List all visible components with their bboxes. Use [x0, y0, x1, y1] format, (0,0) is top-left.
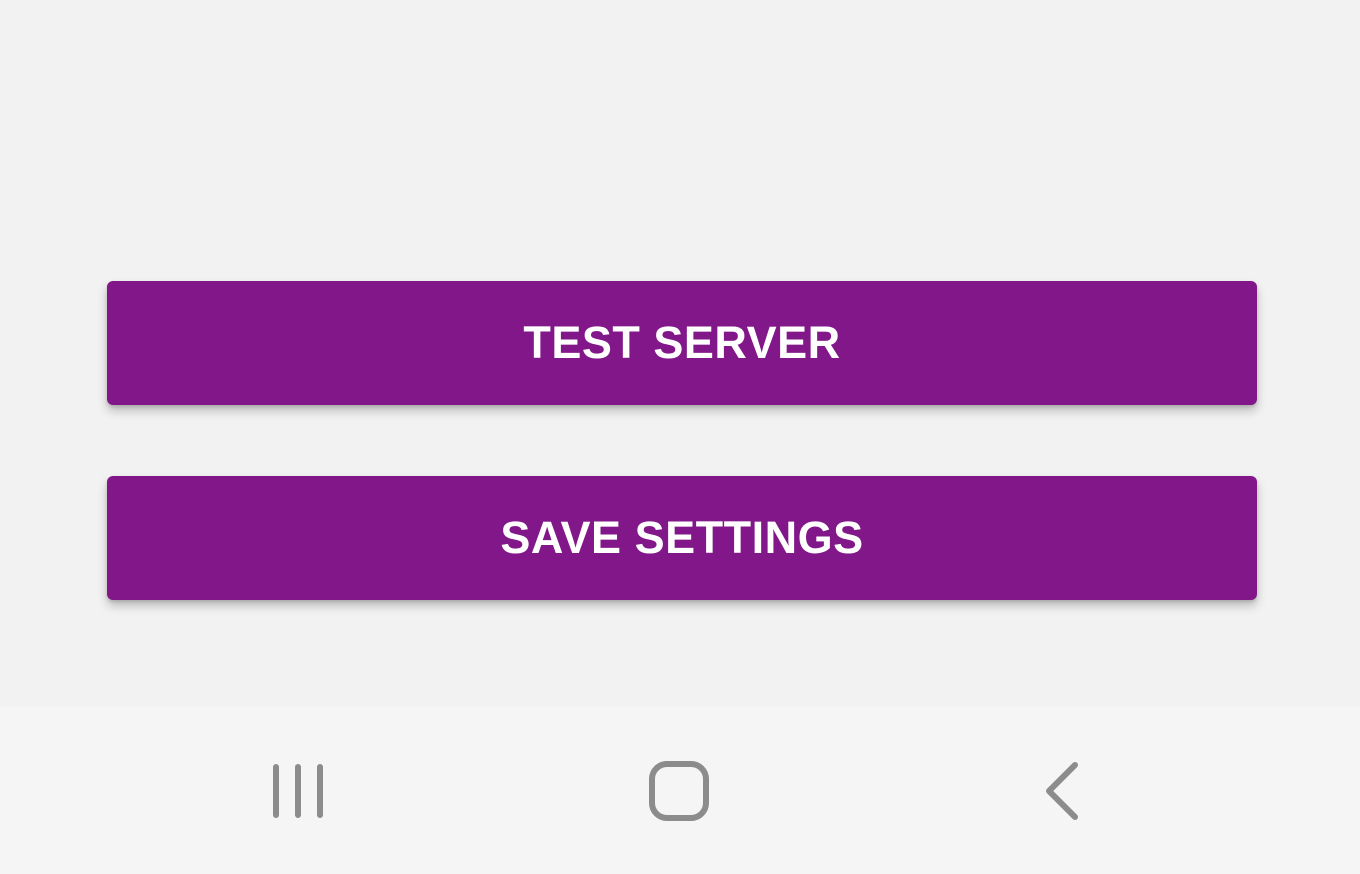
system-navigation-bar	[0, 707, 1360, 874]
test-server-button[interactable]: TEST SERVER	[107, 281, 1257, 405]
save-settings-button[interactable]: SAVE SETTINGS	[107, 476, 1257, 600]
recent-apps-button[interactable]	[238, 707, 358, 874]
home-button[interactable]	[619, 707, 739, 874]
recent-apps-icon	[273, 763, 323, 818]
back-icon	[1046, 761, 1078, 820]
home-icon	[649, 760, 709, 821]
back-button[interactable]	[1001, 707, 1121, 874]
app-content: TEST SERVER SAVE SETTINGS	[0, 0, 1360, 707]
